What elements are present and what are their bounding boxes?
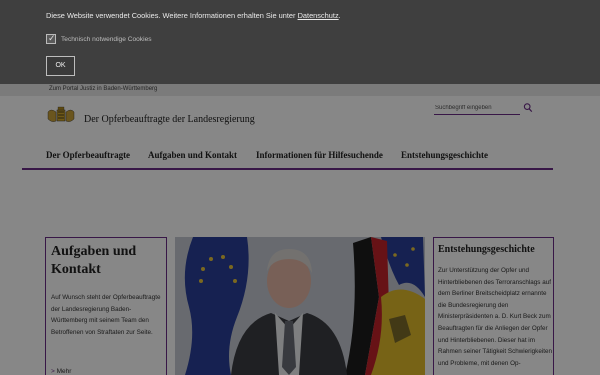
chevron-right-icon: >: [51, 368, 55, 375]
teaser-aufgaben-kontakt: Aufgaben und Kontakt Auf Wunsch steht de…: [45, 237, 167, 375]
nav-item-informationen[interactable]: Informationen für Hilfesuchende: [256, 150, 383, 160]
coat-of-arms-logo[interactable]: [46, 106, 76, 124]
ok-button[interactable]: OK: [46, 56, 75, 76]
cookie-banner: Diese Website verwendet Cookies. Weitere…: [0, 0, 600, 84]
portal-bar: Zum Portal Justiz in Baden-Württemberg: [0, 84, 600, 96]
checkmark-icon: ✓: [48, 33, 56, 43]
search-icon[interactable]: [523, 102, 533, 114]
teaser-title[interactable]: Aufgaben und Kontakt: [51, 243, 163, 279]
teaser-title[interactable]: Entstehungsgeschichte: [438, 244, 554, 256]
site-title[interactable]: Der Opferbeauftragte der Landesregierung: [84, 114, 255, 125]
privacy-link[interactable]: Datenschutz: [298, 11, 339, 20]
more-label: Mehr: [56, 368, 72, 375]
search-input[interactable]: [434, 102, 520, 115]
necessary-cookies-checkbox[interactable]: ✓: [46, 33, 56, 44]
more-link[interactable]: > Mehr: [51, 368, 71, 375]
cookie-message: Diese Website verwendet Cookies. Weitere…: [46, 11, 341, 20]
nav-item-entstehungsgeschichte[interactable]: Entstehungsgeschichte: [401, 150, 488, 160]
teaser-text: Zur Unterstützung der Opfer und Hinterbl…: [438, 267, 552, 367]
cookie-message-text: Diese Website verwendet Cookies. Weitere…: [46, 11, 296, 20]
cookie-message-suffix: .: [338, 11, 341, 20]
nav-item-aufgaben-kontakt[interactable]: Aufgaben und Kontakt: [148, 150, 237, 160]
search-form: [434, 102, 534, 116]
nav-item-opferbeauftragte[interactable]: Der Opferbeauftragte: [46, 150, 130, 160]
necessary-cookies-label[interactable]: Technisch notwendige Cookies: [61, 36, 152, 43]
teaser-entstehungsgeschichte: Entstehungsgeschichte Zur Unterstützung …: [433, 237, 554, 375]
teaser-text: Auf Wunsch steht der Opferbeauftragte de…: [51, 294, 161, 336]
portal-link[interactable]: Zum Portal Justiz in Baden-Württemberg: [49, 86, 157, 92]
main-navigation: Der Opferbeauftragte Aufgaben und Kontak…: [22, 144, 553, 170]
portrait-photo: [175, 237, 425, 375]
